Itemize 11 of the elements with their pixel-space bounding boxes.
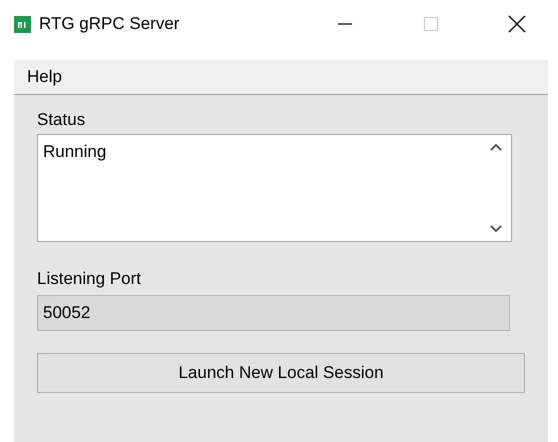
port-field[interactable]: 50052 bbox=[37, 295, 510, 331]
window-title: RTG gRPC Server bbox=[39, 14, 180, 34]
status-label: Status bbox=[37, 109, 86, 131]
scroll-up-icon[interactable] bbox=[490, 143, 502, 151]
port-label: Listening Port bbox=[37, 268, 142, 290]
status-text: Running bbox=[42, 141, 108, 163]
status-text-area[interactable]: Running bbox=[37, 134, 512, 242]
launch-session-button[interactable]: Launch New Local Session bbox=[37, 353, 525, 393]
scroll-down-icon[interactable] bbox=[490, 225, 502, 233]
menu-item[interactable]: Help bbox=[14, 62, 75, 92]
app-logo-icon bbox=[14, 16, 31, 32]
